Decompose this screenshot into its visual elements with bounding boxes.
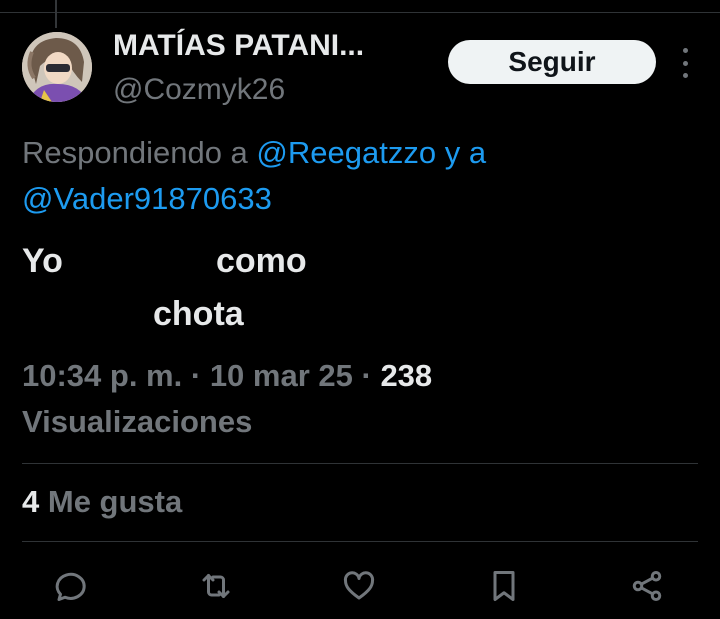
replying-prefix: Respondiendo a bbox=[22, 135, 257, 170]
thread-line bbox=[55, 0, 57, 28]
tweet-word: chota bbox=[153, 295, 244, 333]
display-name[interactable]: MATÍAS PATANI... bbox=[113, 29, 364, 63]
more-icon[interactable] bbox=[676, 48, 694, 78]
follow-button[interactable]: Seguir bbox=[448, 40, 656, 84]
tweet-word: Yo bbox=[22, 242, 63, 280]
meta-separator: · bbox=[352, 358, 381, 393]
divider bbox=[22, 463, 698, 464]
avatar[interactable] bbox=[22, 32, 92, 102]
views-label: Visualizaciones bbox=[22, 404, 253, 439]
replying-joiner: y a bbox=[436, 135, 487, 170]
share-icon[interactable] bbox=[627, 566, 667, 606]
divider bbox=[22, 541, 698, 542]
mention-link-reegatzzo[interactable]: @Reegatzzo bbox=[256, 135, 436, 170]
top-divider bbox=[0, 12, 720, 13]
action-bar bbox=[0, 560, 720, 610]
tweet-text: Yo como chota bbox=[22, 238, 682, 338]
heart-icon[interactable] bbox=[339, 566, 379, 606]
likes-count: 4 bbox=[22, 484, 40, 519]
views-count: 238 bbox=[380, 358, 433, 393]
meta-separator: · bbox=[182, 358, 210, 393]
user-handle[interactable]: @Cozmyk26 bbox=[113, 73, 285, 107]
tweet-meta: 10:34 p. m. · 10 mar 25 · 238 Visualizac… bbox=[22, 353, 622, 445]
replying-to: Respondiendo a @Reegatzzo y a @Vader9187… bbox=[22, 130, 622, 222]
tweet-word: como bbox=[216, 242, 307, 280]
likes-label: Me gusta bbox=[47, 484, 183, 519]
likes-summary[interactable]: 4 Me gusta bbox=[22, 484, 182, 520]
retweet-icon[interactable] bbox=[196, 566, 236, 606]
reply-icon[interactable] bbox=[51, 566, 91, 606]
tweet-date[interactable]: 10 mar 25 bbox=[210, 358, 353, 393]
avatar-image bbox=[22, 32, 92, 102]
mention-link-vader[interactable]: @Vader91870633 bbox=[22, 181, 272, 216]
bookmark-icon[interactable] bbox=[484, 566, 524, 606]
tweet-time[interactable]: 10:34 p. m. bbox=[22, 358, 182, 393]
